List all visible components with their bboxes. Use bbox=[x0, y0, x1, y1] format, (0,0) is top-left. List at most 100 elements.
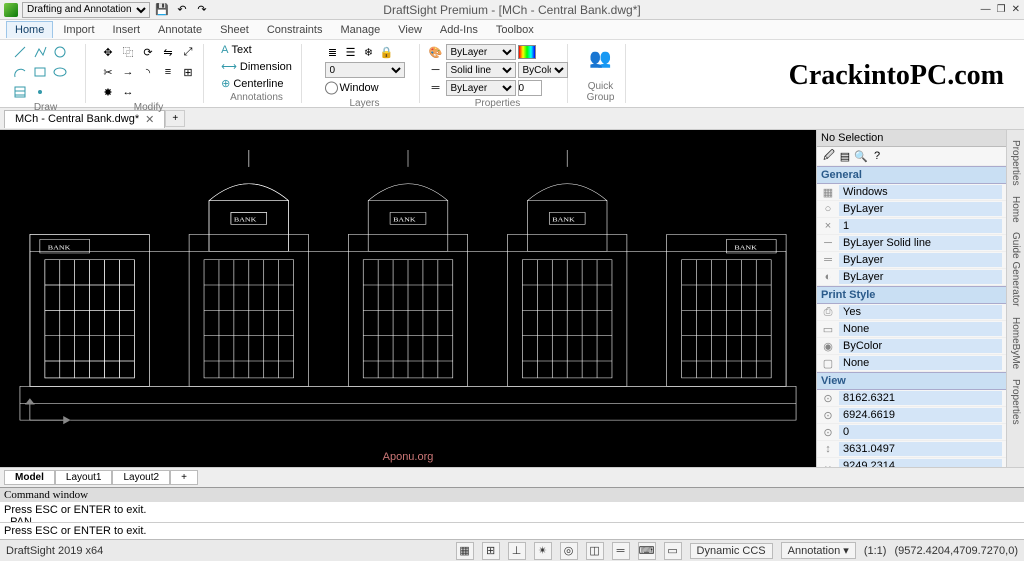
status-qinput-icon[interactable]: ⌨ bbox=[638, 542, 656, 560]
prop-centery-value[interactable]: 6924.6619 bbox=[839, 408, 1002, 422]
tab-home[interactable]: Home bbox=[6, 21, 53, 38]
file-tab-add[interactable]: + bbox=[165, 110, 185, 127]
sheet-tab-layout2[interactable]: Layout2 bbox=[112, 470, 170, 485]
centerline-tool[interactable]: ⊕Centerline bbox=[221, 77, 283, 90]
color-swatch-icon[interactable] bbox=[518, 45, 536, 59]
lineweight-value[interactable] bbox=[518, 80, 542, 96]
maximize-icon[interactable]: ❐ bbox=[997, 4, 1006, 15]
prop-transparency-value[interactable]: ByLayer bbox=[839, 270, 1002, 284]
status-esnap-icon[interactable]: ◎ bbox=[560, 542, 578, 560]
status-anno-scale[interactable]: (1:1) bbox=[864, 545, 887, 557]
tab-sheet[interactable]: Sheet bbox=[212, 22, 257, 38]
line-icon[interactable] bbox=[12, 44, 28, 60]
redo-icon[interactable]: ↷ bbox=[194, 2, 210, 18]
tab-toolbox[interactable]: Toolbox bbox=[488, 22, 542, 38]
sidetab-properties[interactable]: Properties bbox=[1010, 140, 1021, 186]
tab-import[interactable]: Import bbox=[55, 22, 102, 38]
status-model-icon[interactable]: ▭ bbox=[664, 542, 682, 560]
status-dynamic-ccs[interactable]: Dynamic CCS bbox=[690, 543, 773, 559]
workspace-selector[interactable]: Drafting and Annotation bbox=[22, 2, 150, 18]
command-input[interactable]: Press ESC or ENTER to exit. bbox=[0, 522, 1024, 539]
prop-help-icon[interactable]: ? bbox=[869, 148, 885, 164]
layer-states-icon[interactable]: ☰ bbox=[343, 44, 359, 60]
prop-lineweight-value[interactable]: ByLayer bbox=[839, 253, 1002, 267]
lineweight-icon[interactable]: ═ bbox=[428, 80, 444, 96]
mirror-icon[interactable]: ⇋ bbox=[160, 44, 176, 60]
prop-layer-value[interactable]: Windows bbox=[839, 185, 1002, 199]
status-snap-icon[interactable]: ▦ bbox=[456, 542, 474, 560]
prop-scale-value[interactable]: 1 bbox=[839, 219, 1002, 233]
rect-icon[interactable] bbox=[32, 64, 48, 80]
polyline-icon[interactable] bbox=[32, 44, 48, 60]
save-icon[interactable]: 💾 bbox=[154, 2, 170, 18]
bycolor-select[interactable]: ByColor bbox=[518, 62, 568, 78]
prop-printable-value[interactable]: Yes bbox=[839, 305, 1002, 319]
layer-current-select[interactable]: 0 bbox=[325, 62, 405, 78]
prop-height-value[interactable]: 3631.0497 bbox=[839, 442, 1002, 456]
fillet-icon[interactable]: ◝ bbox=[140, 64, 156, 80]
extend-icon[interactable]: → bbox=[120, 64, 136, 80]
explode-icon[interactable]: ✸ bbox=[100, 84, 116, 100]
prop-qselect-icon[interactable]: 🔍 bbox=[853, 148, 869, 164]
linecolor-select[interactable]: ByLayer bbox=[446, 44, 516, 60]
status-grid-icon[interactable]: ⊞ bbox=[482, 542, 500, 560]
linetype-icon[interactable]: ─ bbox=[428, 62, 444, 78]
prop-style-value[interactable]: None bbox=[839, 322, 1002, 336]
tab-manage[interactable]: Manage bbox=[332, 22, 388, 38]
point-icon[interactable] bbox=[32, 84, 48, 100]
scale-icon[interactable]: ⤢ bbox=[180, 44, 196, 60]
prop-filter-icon[interactable]: ▤ bbox=[837, 148, 853, 164]
prop-centerz-value[interactable]: 0 bbox=[839, 425, 1002, 439]
ellipse-icon[interactable] bbox=[52, 64, 68, 80]
quick-group-icon[interactable]: 👥 bbox=[587, 44, 615, 72]
circle-icon[interactable] bbox=[52, 44, 68, 60]
text-tool[interactable]: AText bbox=[221, 44, 252, 56]
sheet-tab-add[interactable]: + bbox=[170, 470, 198, 485]
hatch-icon[interactable] bbox=[12, 84, 28, 100]
tab-constraints[interactable]: Constraints bbox=[259, 22, 331, 38]
lineweight-select[interactable]: ByLayer bbox=[446, 80, 516, 96]
sheet-tab-layout1[interactable]: Layout1 bbox=[55, 470, 113, 485]
arc-icon[interactable] bbox=[12, 64, 28, 80]
layer-manager-icon[interactable]: ≣ bbox=[325, 44, 341, 60]
move-icon[interactable]: ✥ bbox=[100, 44, 116, 60]
sidetab-home[interactable]: Home bbox=[1010, 196, 1021, 223]
tab-insert[interactable]: Insert bbox=[105, 22, 149, 38]
layer-window-radio[interactable] bbox=[325, 80, 338, 96]
stretch-icon[interactable]: ↔ bbox=[120, 84, 136, 100]
prop-section-general[interactable]: General bbox=[817, 166, 1006, 184]
rotate-icon[interactable]: ⟳ bbox=[140, 44, 156, 60]
prop-table-value[interactable]: None bbox=[839, 356, 1002, 370]
close-icon[interactable]: ✕ bbox=[1012, 4, 1020, 15]
prop-width-value[interactable]: 9249.2314 bbox=[839, 459, 1002, 467]
linecolor-icon[interactable]: 🎨 bbox=[428, 44, 444, 60]
sidetab-homebyme[interactable]: HomeByMe bbox=[1010, 317, 1021, 369]
tab-addins[interactable]: Add-Ins bbox=[432, 22, 486, 38]
sheet-tab-model[interactable]: Model bbox=[4, 470, 55, 485]
copy-icon[interactable]: ⿻ bbox=[120, 44, 136, 60]
drawing-canvas[interactable]: BANK BANK BANK BANK BANK Aponu.org bbox=[0, 130, 816, 467]
array-icon[interactable]: ⊞ bbox=[180, 64, 196, 80]
file-tab-close-icon[interactable]: ✕ bbox=[145, 113, 154, 126]
dimension-tool[interactable]: ⟷Dimension bbox=[221, 60, 292, 73]
sidetab-guide[interactable]: Guide Generator bbox=[1010, 232, 1021, 307]
status-ortho-icon[interactable]: ⊥ bbox=[508, 542, 526, 560]
linetype-select[interactable]: Solid line bbox=[446, 62, 516, 78]
layer-freeze-icon[interactable]: ❄ bbox=[361, 44, 377, 60]
status-annotation[interactable]: Annotation ▾ bbox=[781, 542, 856, 559]
status-lwt-icon[interactable]: ═ bbox=[612, 542, 630, 560]
sidetab-properties2[interactable]: Properties bbox=[1010, 379, 1021, 425]
prop-linetype-value[interactable]: ByLayer Solid line bbox=[839, 236, 1002, 250]
undo-icon[interactable]: ↶ bbox=[174, 2, 190, 18]
prop-pick-icon[interactable]: 🖉 bbox=[821, 148, 837, 164]
prop-centerx-value[interactable]: 8162.6321 bbox=[839, 391, 1002, 405]
prop-plotcolor-value[interactable]: ByColor bbox=[839, 339, 1002, 353]
status-polar-icon[interactable]: ✴ bbox=[534, 542, 552, 560]
prop-section-printstyle[interactable]: Print Style bbox=[817, 286, 1006, 304]
layer-lock-icon[interactable]: 🔒 bbox=[379, 44, 395, 60]
prop-section-view[interactable]: View bbox=[817, 372, 1006, 390]
status-etrack-icon[interactable]: ◫ bbox=[586, 542, 604, 560]
prop-color-value[interactable]: ByLayer bbox=[839, 202, 1002, 216]
tab-annotate[interactable]: Annotate bbox=[150, 22, 210, 38]
minimize-icon[interactable]: — bbox=[981, 4, 991, 15]
